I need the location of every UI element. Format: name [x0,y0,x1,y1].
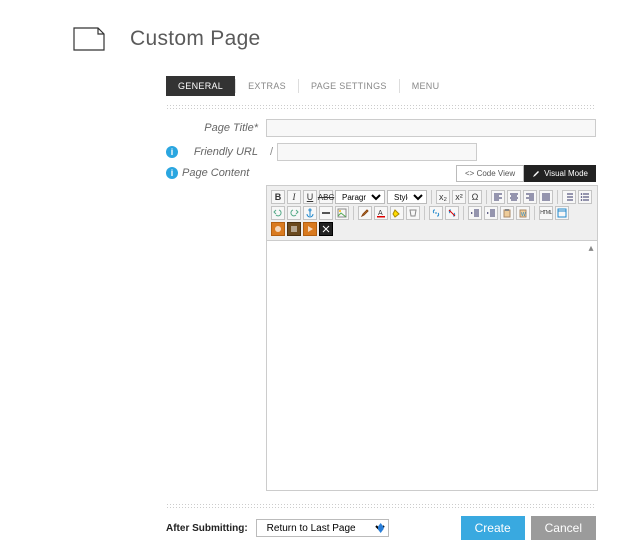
superscript-button[interactable]: x² [452,190,466,204]
toolbar-separator [431,190,432,204]
divider-dots [166,503,596,508]
page-title-input[interactable] [266,119,596,137]
fullscreen-button[interactable] [555,206,569,220]
media-button-2[interactable] [287,222,301,236]
code-view-button[interactable]: <> Code View [456,165,524,182]
paste-button[interactable] [500,206,514,220]
align-center-button[interactable] [507,190,521,204]
underline-button[interactable]: U [303,190,317,204]
media-button-4[interactable] [319,222,333,236]
cancel-button[interactable]: Cancel [531,516,596,540]
url-prefix: / [270,146,273,158]
svg-text:W: W [521,212,526,218]
align-right-button[interactable] [523,190,537,204]
italic-button[interactable]: I [287,190,301,204]
paste-word-button[interactable]: W [516,206,530,220]
info-icon[interactable]: i [166,146,178,158]
link-button[interactable] [429,206,443,220]
styles-select[interactable]: Styles [387,190,427,204]
toolbar-separator [534,206,535,220]
subscript-button[interactable]: x₂ [436,190,450,204]
align-left-button[interactable] [491,190,505,204]
toolbar-separator [353,206,354,220]
media-button-1[interactable] [271,222,285,236]
text-color-button[interactable]: A [374,206,388,220]
special-char-button[interactable]: Ω [468,190,482,204]
tab-general[interactable]: GENERAL [166,76,235,96]
paragraph-select[interactable]: Paragraph [335,190,385,204]
tab-menu[interactable]: MENU [400,76,452,96]
visual-mode-label: Visual Mode [544,169,588,178]
toolbar-separator [557,190,558,204]
toolbar-separator [486,190,487,204]
page-title-label: Page Title* [166,122,266,134]
code-view-label: <> Code View [465,169,515,178]
tab-page-settings[interactable]: PAGE SETTINGS [299,76,399,96]
image-button[interactable] [335,206,349,220]
unlink-button[interactable] [445,206,459,220]
pencil-icon [532,170,540,178]
editor-textarea[interactable]: ▴ [266,241,598,491]
visual-mode-button[interactable]: Visual Mode [524,165,596,182]
page-content-label: Page Content [182,167,249,179]
after-submitting-select[interactable]: Return to Last Page [256,519,389,537]
tab-bar: GENERAL EXTRAS PAGE SETTINGS MENU [166,76,592,96]
friendly-url-label: Friendly URL [182,146,266,158]
bold-button[interactable]: B [271,190,285,204]
html-button[interactable]: HTML [539,206,553,220]
indent-button[interactable] [484,206,498,220]
strike-button[interactable]: ABC [319,190,333,204]
info-icon[interactable]: i [166,167,178,179]
create-button[interactable]: Create [461,516,525,540]
svg-text:A: A [378,210,383,217]
after-submitting-label: After Submitting: [166,523,248,534]
document-icon [72,26,106,52]
align-justify-button[interactable] [539,190,553,204]
friendly-url-input[interactable] [277,143,477,161]
hr-button[interactable] [319,206,333,220]
scroll-up-icon[interactable]: ▴ [587,243,595,257]
page-title: Custom Page [130,27,261,51]
media-button-3[interactable] [303,222,317,236]
editor-toolbar: B I U ABC Paragraph Styles x₂ x² Ω [266,185,598,241]
clear-format-button[interactable] [406,206,420,220]
tab-extras[interactable]: EXTRAS [236,76,298,96]
outdent-button[interactable] [468,206,482,220]
undo-button[interactable] [271,206,285,220]
anchor-button[interactable] [303,206,317,220]
unordered-list-button[interactable] [578,190,592,204]
bg-color-button[interactable] [390,206,404,220]
toolbar-separator [424,206,425,220]
edit-button[interactable] [358,206,372,220]
divider-dots [166,104,596,109]
ordered-list-button[interactable] [562,190,576,204]
redo-button[interactable] [287,206,301,220]
toolbar-separator [463,206,464,220]
